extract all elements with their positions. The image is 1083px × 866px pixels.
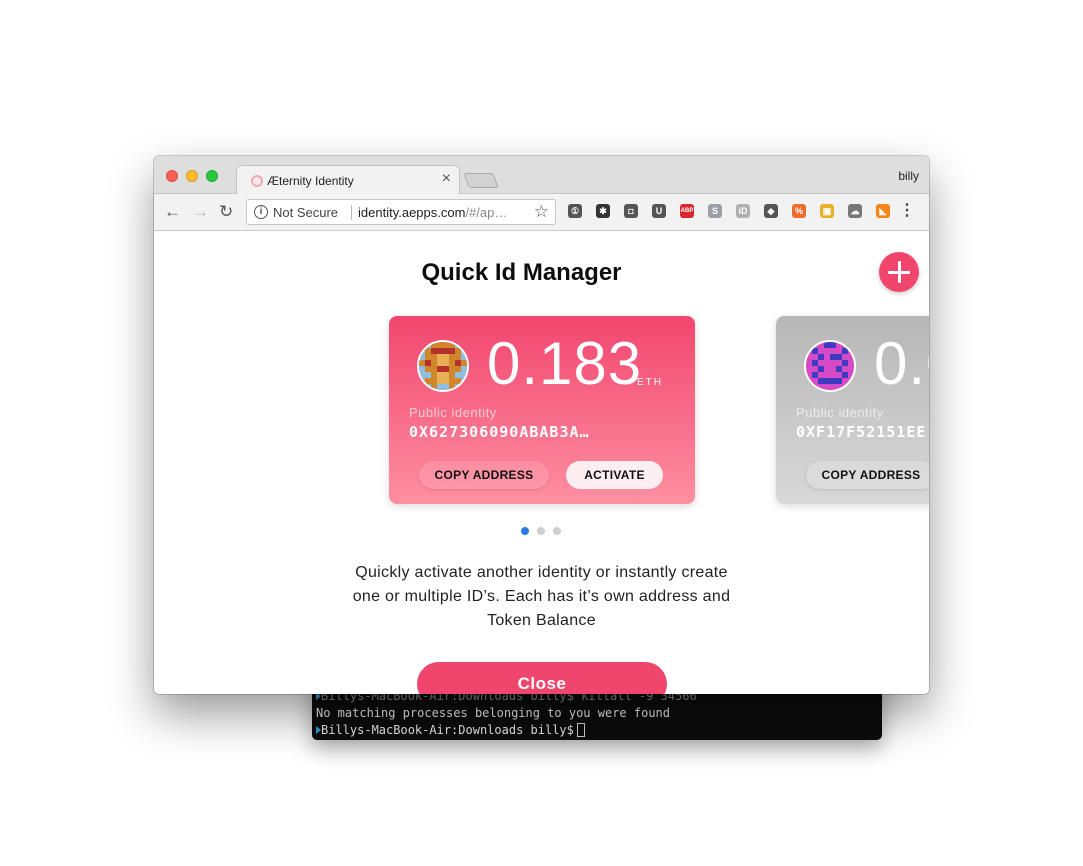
card-balance: 0.183 xyxy=(487,330,643,397)
card-unit: ETH xyxy=(637,377,663,388)
activate-button[interactable]: ACTIVATE xyxy=(566,461,663,489)
carousel-indicator xyxy=(521,522,569,540)
ghost-icon[interactable]: ☁ xyxy=(848,204,862,218)
tab-close-icon[interactable]: × xyxy=(442,170,451,187)
close-window-button[interactable] xyxy=(166,170,178,182)
page-content: Quick Id Manager 0.183 ETH Public identi… xyxy=(154,231,929,694)
notes-extension-icon[interactable]: ▣ xyxy=(820,204,834,218)
identity-card-inactive[interactable]: 0.0 Public identity 0XF17F52151EE COPY A… xyxy=(776,316,929,504)
chrome-menu-icon[interactable]: ⋮ xyxy=(899,202,915,220)
card-balance: 0.0 xyxy=(874,330,929,397)
identity-avatar xyxy=(804,340,856,392)
back-arrow-icon[interactable]: ← xyxy=(164,203,181,220)
public-address: 0XF17F52151EE xyxy=(796,423,927,441)
shield-extension-icon[interactable]: U xyxy=(652,204,666,218)
public-address: 0X627306090ABAB3A… xyxy=(409,423,590,441)
bookmark-star-icon[interactable]: ☆ xyxy=(534,202,549,222)
public-identity-label: Public identity xyxy=(409,405,497,420)
omnibox-divider xyxy=(351,205,352,220)
identity-avatar xyxy=(417,340,469,392)
skype-icon[interactable]: S xyxy=(708,204,722,218)
translate-icon[interactable]: % xyxy=(792,204,806,218)
browser-toolbar: ← → ↻ i Not Secure identity.aepps.com/#/… xyxy=(154,194,929,231)
reload-icon[interactable]: ↻ xyxy=(219,203,233,220)
minimize-window-button[interactable] xyxy=(186,170,198,182)
public-identity-label: Public identity xyxy=(796,405,884,420)
carousel-dot[interactable] xyxy=(537,527,545,535)
description-text: Quickly activate another identity or ins… xyxy=(352,564,731,629)
info-icon[interactable]: i xyxy=(254,205,268,219)
tab-strip: Æternity Identity × billy xyxy=(154,156,929,195)
identity-card-active[interactable]: 0.183 ETH Public identity 0X627306090ABA… xyxy=(389,316,695,504)
pocket-icon[interactable]: ◘ xyxy=(624,204,638,218)
forward-arrow-icon[interactable]: → xyxy=(192,203,209,220)
evernote-icon[interactable]: ◆ xyxy=(764,204,778,218)
browser-window: Æternity Identity × billy ← → ↻ i Not Se… xyxy=(154,156,929,694)
aeternity-favicon-icon xyxy=(251,175,263,187)
security-label[interactable]: Not Secure xyxy=(273,205,338,220)
add-identity-button[interactable] xyxy=(879,252,919,292)
tab-aeternity-identity[interactable]: Æternity Identity × xyxy=(236,165,460,195)
terminal-line-2: No matching processes belonging to you w… xyxy=(316,706,671,720)
dots-extension-icon[interactable]: ✱ xyxy=(596,204,610,218)
profile-name[interactable]: billy xyxy=(898,169,919,183)
metamask-icon[interactable]: ◣ xyxy=(876,204,890,218)
copy-address-button[interactable]: COPY ADDRESS xyxy=(806,461,929,489)
new-tab-button[interactable] xyxy=(463,173,499,188)
tab-title: Æternity Identity xyxy=(267,174,354,188)
carousel-dot[interactable] xyxy=(521,527,529,535)
1password-icon[interactable]: ① xyxy=(568,204,582,218)
address-bar[interactable]: i Not Secure identity.aepps.com/#/ap… ☆ xyxy=(246,199,556,225)
carousel-dot[interactable] xyxy=(553,527,561,535)
identity-extension-icon[interactable]: iD xyxy=(736,204,750,218)
adblock-plus-icon[interactable]: ABP xyxy=(680,204,694,218)
copy-address-button[interactable]: COPY ADDRESS xyxy=(419,461,549,489)
terminal-line-3[interactable]: Billys-MacBook-Air:Downloads billy$ xyxy=(316,722,882,739)
maximize-window-button[interactable] xyxy=(206,170,218,182)
url-text[interactable]: identity.aepps.com/#/ap… xyxy=(358,205,507,220)
close-button[interactable]: Close xyxy=(417,662,667,694)
page-title: Quick Id Manager xyxy=(421,259,622,286)
terminal-cursor xyxy=(576,723,585,737)
